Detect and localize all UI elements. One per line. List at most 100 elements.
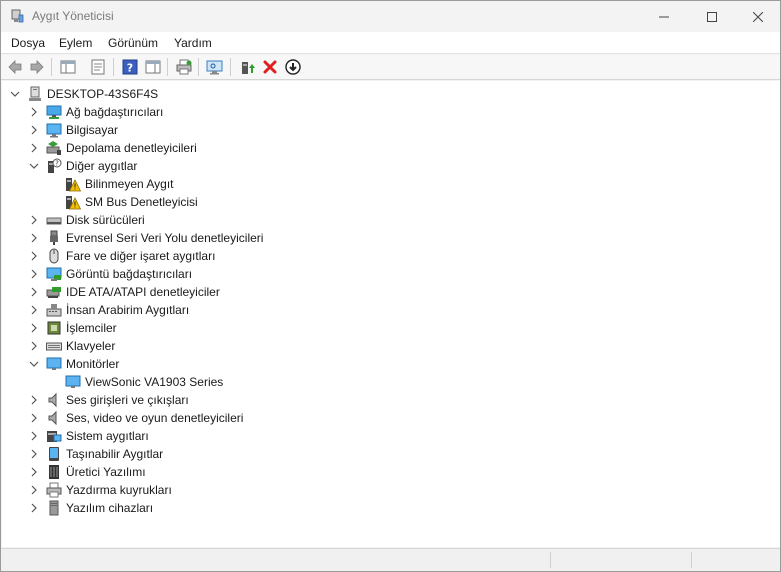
chevron-right-icon[interactable] — [29, 215, 39, 225]
minimize-button[interactable] — [641, 1, 687, 32]
chevron-right-icon[interactable] — [29, 395, 39, 405]
chevron-right-icon[interactable] — [29, 449, 39, 459]
system-devices-icon — [47, 431, 62, 442]
window-title: Aygıt Yöneticisi — [32, 9, 114, 23]
computer-icon — [46, 123, 62, 138]
toolbar: ? — [1, 55, 780, 80]
chevron-right-icon[interactable] — [29, 251, 39, 261]
tree-item-audio-io[interactable]: Ses girişleri ve çıkışları — [2, 391, 402, 409]
chevron-right-icon[interactable] — [29, 467, 39, 477]
tree-item-firmware[interactable]: Üretici Yazılımı — [2, 463, 402, 481]
scan-hardware-icon — [206, 60, 223, 75]
chevron-down-icon[interactable] — [29, 161, 39, 171]
chevron-right-icon[interactable] — [29, 323, 39, 333]
help-button[interactable]: ? — [121, 58, 139, 76]
warning-device-icon — [66, 196, 81, 210]
tree-item-label: İşlemciler — [66, 321, 117, 335]
chevron-right-icon[interactable] — [29, 287, 39, 297]
action-pane-icon — [145, 60, 161, 74]
print-button[interactable] — [175, 58, 193, 76]
printer-icon — [176, 59, 192, 75]
maximize-button[interactable] — [689, 1, 735, 32]
close-button[interactable] — [735, 1, 781, 32]
tree-item-software-devices[interactable]: Yazılım cihazları — [2, 499, 402, 517]
menu-view[interactable]: Görünüm — [108, 36, 158, 50]
tree-child-viewsonic[interactable]: ViewSonic VA1903 Series — [2, 373, 402, 391]
tree-item-display-adapters[interactable]: Görüntü bağdaştırıcıları — [2, 265, 402, 283]
back-button[interactable] — [6, 58, 24, 76]
menu-help[interactable]: Yardım — [174, 36, 212, 50]
disable-device-button[interactable] — [284, 58, 302, 76]
tree-item-storage[interactable]: Depolama denetleyicileri — [2, 139, 402, 157]
ide-controller-icon — [46, 287, 61, 298]
keyboard-icon — [46, 342, 62, 351]
tree-item-label: IDE ATA/ATAPI denetleyiciler — [66, 285, 220, 299]
processor-icon — [47, 321, 61, 335]
tree-item-processors[interactable]: İşlemciler — [2, 319, 402, 337]
tree-item-label: SM Bus Denetleyicisi — [85, 195, 198, 209]
tree-root[interactable]: DESKTOP-43S6F4S — [2, 85, 302, 103]
tree-item-hid[interactable]: İnsan Arabirim Aygıtları — [2, 301, 402, 319]
menu-file[interactable]: Dosya — [11, 36, 45, 50]
tree-item-computer[interactable]: Bilgisayar — [2, 121, 402, 139]
tree-item-label: Fare ve diğer işaret aygıtları — [66, 249, 216, 263]
speaker-icon — [48, 392, 57, 408]
action-pane-button[interactable] — [144, 58, 162, 76]
chevron-right-icon[interactable] — [29, 125, 39, 135]
close-icon — [753, 11, 763, 22]
tree-item-label: Depolama denetleyicileri — [66, 141, 197, 155]
tree-item-label: Monitörler — [66, 357, 120, 371]
chevron-right-icon[interactable] — [29, 107, 39, 117]
chevron-right-icon[interactable] — [29, 143, 39, 153]
network-adapter-icon — [46, 105, 62, 119]
tree-item-mouse[interactable]: Fare ve diğer işaret aygıtları — [2, 247, 402, 265]
chevron-right-icon[interactable] — [29, 305, 39, 315]
speaker-icon — [48, 410, 57, 426]
tree-item-label: Bilgisayar — [66, 123, 119, 137]
chevron-right-icon[interactable] — [29, 431, 39, 441]
tree-item-ide[interactable]: IDE ATA/ATAPI denetleyiciler — [2, 283, 402, 301]
tree-item-sound-video[interactable]: Ses, video ve oyun denetleyicileri — [2, 409, 402, 427]
forward-icon — [30, 60, 44, 74]
toolbar-separator — [51, 58, 52, 76]
update-driver-button[interactable] — [238, 58, 256, 76]
chevron-right-icon[interactable] — [29, 503, 39, 513]
tree-child-smbus[interactable]: SM Bus Denetleyicisi — [2, 193, 402, 211]
properties-button[interactable] — [89, 58, 107, 76]
disable-device-icon — [285, 59, 301, 75]
svg-text:?: ? — [127, 62, 133, 75]
tree-item-disk-drives[interactable]: Disk sürücüleri — [2, 211, 402, 229]
uninstall-button[interactable] — [261, 58, 279, 76]
tree-item-label: Ses girişleri ve çıkışları — [66, 393, 189, 407]
chevron-right-icon[interactable] — [29, 233, 39, 243]
chevron-right-icon[interactable] — [29, 485, 39, 495]
uninstall-icon — [263, 60, 277, 74]
title-bar[interactable]: Aygıt Yöneticisi — [1, 1, 780, 32]
tree-child-unknown-device[interactable]: Bilinmeyen Aygıt — [2, 175, 402, 193]
tree-item-network[interactable]: Ağ bağdaştırıcıları — [2, 103, 402, 121]
chevron-down-icon[interactable] — [29, 359, 39, 369]
chevron-right-icon[interactable] — [29, 413, 39, 423]
device-manager-window: Aygıt Yöneticisi Dosya Eylem Görünüm Yar… — [0, 0, 781, 572]
tree-item-usb[interactable]: Evrensel Seri Veri Yolu denetleyicileri — [2, 229, 402, 247]
firmware-icon — [49, 465, 59, 479]
chevron-down-icon[interactable] — [10, 89, 20, 99]
scan-hardware-button[interactable] — [206, 58, 224, 76]
minimize-icon — [659, 16, 669, 17]
show-hide-tree-button[interactable] — [59, 58, 77, 76]
tree-item-other-devices[interactable]: ? Diğer aygıtlar — [2, 157, 402, 175]
tree-item-print-queues[interactable]: Yazdırma kuyrukları — [2, 481, 402, 499]
tree-item-portable-devices[interactable]: Taşınabilir Aygıtlar — [2, 445, 402, 463]
usb-icon — [50, 230, 58, 245]
other-devices-icon: ? — [48, 158, 62, 173]
chevron-right-icon[interactable] — [29, 269, 39, 279]
chevron-right-icon[interactable] — [29, 341, 39, 351]
tree-item-label: ViewSonic VA1903 Series — [85, 375, 224, 389]
tree-item-keyboards[interactable]: Klavyeler — [2, 337, 402, 355]
menu-action[interactable]: Eylem — [59, 36, 92, 50]
forward-button[interactable] — [28, 58, 46, 76]
tree-item-system-devices[interactable]: Sistem aygıtları — [2, 427, 402, 445]
tree-item-monitors[interactable]: Monitörler — [2, 355, 402, 373]
tree-item-label: Ağ bağdaştırıcıları — [66, 105, 164, 119]
back-icon — [8, 60, 22, 74]
